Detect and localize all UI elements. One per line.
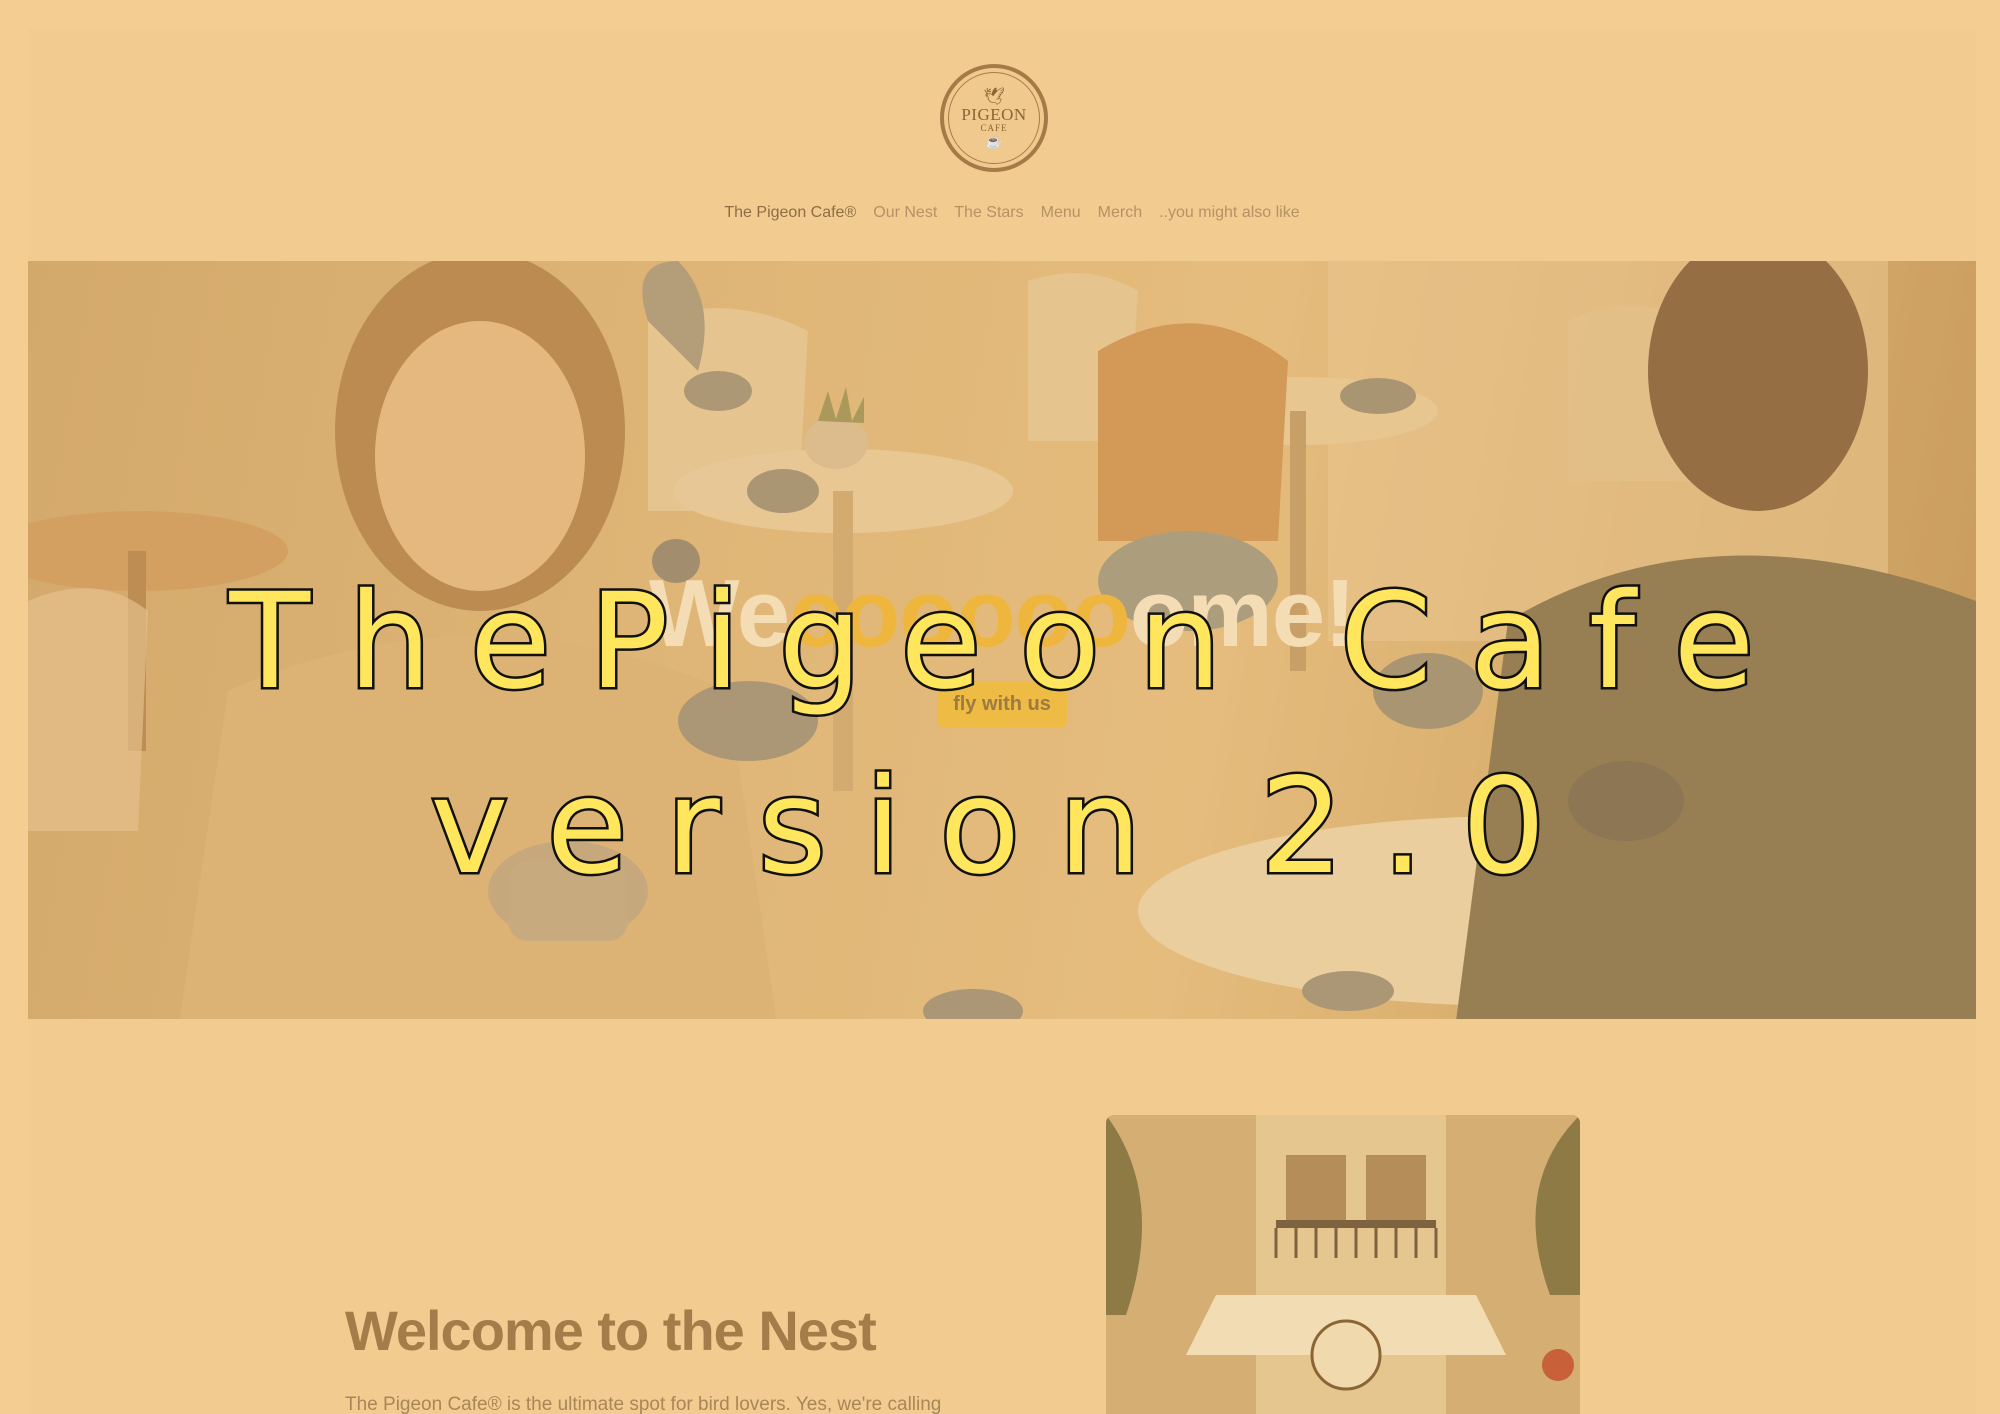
logo-badge: 🕊 PIGEON CAFE ☕ — [948, 72, 1040, 164]
logo-sub: CAFE — [980, 123, 1008, 133]
storefront-illustration — [1106, 1115, 1580, 1414]
nav-item-the-stars[interactable]: The Stars — [954, 204, 1023, 222]
main-nav: The Pigeon Cafe® Our Nest The Stars Menu… — [28, 204, 1976, 222]
nav-item-merch[interactable]: Merch — [1098, 204, 1142, 222]
overlay-title-line-1: ThePigeon Cafe — [227, 563, 1793, 722]
coffee-cup-icon: ☕ — [985, 134, 1003, 149]
cafe-storefront-photo — [1106, 1115, 1580, 1414]
nest-title: Welcome to the Nest — [345, 1299, 877, 1362]
logo-word: PIGEON — [961, 105, 1027, 124]
pigeon-icon: 🕊 — [983, 87, 1005, 106]
overlay-title-line-2: version 2.0 — [428, 748, 1584, 907]
page: 🕊 PIGEON CAFE ☕ The Pigeon Cafe® Our Nes… — [28, 28, 1976, 1414]
nest-body-text: The Pigeon Cafe® is the ultimate spot fo… — [345, 1394, 942, 1414]
nav-item-you-might-also-like[interactable]: ..you might also like — [1159, 204, 1300, 222]
pigeon-cafe-logo[interactable]: 🕊 PIGEON CAFE ☕ — [940, 64, 1048, 172]
nav-item-pigeon-cafe[interactable]: The Pigeon Cafe® — [724, 204, 856, 222]
nav-item-our-nest[interactable]: Our Nest — [873, 204, 937, 222]
nav-item-menu[interactable]: Menu — [1041, 204, 1081, 222]
